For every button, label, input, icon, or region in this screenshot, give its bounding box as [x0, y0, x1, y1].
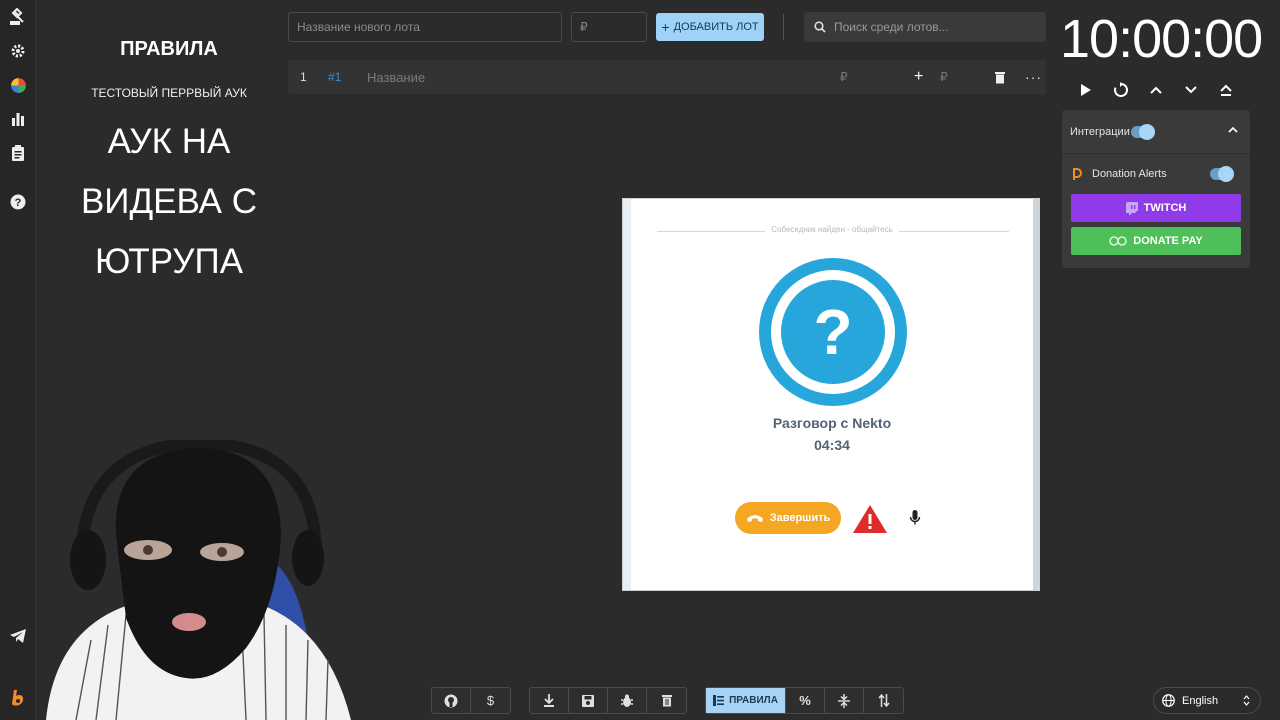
end-call-label: Завершить: [769, 512, 831, 524]
rules-toggle-button[interactable]: ПРАВИЛА: [706, 688, 786, 713]
github-button[interactable]: [432, 688, 471, 713]
microphone-icon[interactable]: [909, 509, 921, 532]
add-lot-button[interactable]: + ДОБАВИТЬ ЛОТ: [656, 13, 764, 41]
call-duration: 04:34: [814, 437, 850, 453]
conversation-label: Разговор с Nekto: [772, 415, 892, 431]
hang-up-phone-icon: [746, 514, 763, 522]
new-lot-name-placeholder: Название нового лота: [297, 20, 420, 34]
double-chevron-up-icon[interactable]: [1216, 80, 1236, 100]
new-lot-amount-input[interactable]: ₽: [571, 12, 647, 42]
help-question-icon[interactable]: ?: [8, 192, 28, 212]
language-select[interactable]: English: [1153, 687, 1261, 714]
rules-toggle-label: ПРАВИЛА: [729, 695, 778, 706]
window-edge: [623, 199, 631, 590]
settings-gear-icon[interactable]: [8, 41, 28, 61]
auction-timer: 10:00:00: [1060, 9, 1263, 69]
chevron-up-icon[interactable]: [1146, 80, 1166, 100]
donatepay-button[interactable]: DONATE PAY: [1071, 227, 1241, 255]
links-group: $: [431, 687, 511, 714]
twitch-button[interactable]: TWITCH: [1071, 194, 1241, 222]
integrations-header[interactable]: Интеграции: [1062, 110, 1250, 154]
amount-placeholder: ₽: [580, 20, 588, 34]
dollar-icon: $: [486, 693, 495, 708]
plus-icon: +: [661, 19, 670, 35]
github-icon: [444, 694, 458, 707]
sort-button[interactable]: [864, 688, 903, 713]
donatepay-icon: [1109, 236, 1127, 246]
donation-alerts-label: Donation Alerts: [1092, 168, 1167, 180]
reset-timer-icon[interactable]: [1111, 80, 1131, 100]
svg-text:?: ?: [15, 197, 22, 209]
file-actions-group: [529, 687, 687, 714]
lot-index: 1: [300, 70, 307, 84]
twitch-label: TWITCH: [1143, 202, 1187, 214]
globe-icon: [1162, 694, 1175, 707]
telegram-icon[interactable]: [8, 626, 28, 646]
rules-panel: ПРАВИЛА ТЕСТОВЫЙ ПЕРРВЫЙ АУК АУК НА ВИДЕ…: [36, 0, 302, 300]
brand-logo-icon[interactable]: [8, 688, 28, 708]
rules-list-icon: [713, 695, 725, 706]
twitch-icon: [1125, 201, 1138, 215]
rules-headline-line: ЮТРУПА: [94, 242, 244, 281]
rules-headline-line: ВИДЕВА С: [80, 182, 258, 221]
play-icon[interactable]: [1076, 80, 1096, 100]
streamer-webcam: [36, 436, 356, 720]
more-options-icon[interactable]: ···: [1025, 60, 1042, 94]
clipboard-icon[interactable]: [8, 143, 28, 163]
language-value: English: [1182, 694, 1219, 707]
lot-search-input[interactable]: Поиск среди лотов...: [804, 12, 1046, 42]
toolbar-divider: [783, 14, 784, 40]
clear-trash-icon: [661, 695, 672, 707]
rules-headline-line: АУК НА: [107, 122, 231, 161]
percent-button[interactable]: %: [786, 688, 825, 713]
report-warning-icon[interactable]: [852, 504, 888, 539]
end-call-button[interactable]: Завершить: [735, 502, 841, 534]
statistics-chart-icon[interactable]: [8, 109, 28, 129]
donate-dollar-button[interactable]: $: [471, 688, 510, 713]
search-placeholder: Поиск среди лотов...: [834, 20, 949, 34]
save-floppy-icon: [582, 694, 594, 707]
integrations-panel: Интеграции Donation Alerts TWITCH DONATE…: [1062, 110, 1250, 268]
lot-id: #1: [328, 70, 342, 84]
delete-trash-icon[interactable]: [995, 60, 1005, 94]
clear-lots-button[interactable]: [647, 688, 686, 713]
add-lot-label: ДОБАВИТЬ ЛОТ: [673, 21, 759, 33]
auction-gavel-icon[interactable]: [8, 7, 28, 27]
lot-row: 1 #1 Название ₽ + ₽ ···: [288, 60, 1046, 94]
wheel-pie-icon[interactable]: [8, 75, 28, 95]
chevron-down-icon[interactable]: [1181, 80, 1201, 100]
lot-add-amount-input[interactable]: ₽: [940, 60, 948, 94]
search-icon: [814, 21, 826, 33]
donatepay-label: DONATE PAY: [1133, 235, 1203, 247]
bug-icon: [621, 694, 633, 707]
sidebar: ?: [0, 0, 36, 720]
lot-name-input[interactable]: Название: [367, 60, 425, 94]
donation-alerts-icon: [1071, 167, 1083, 185]
donation-alerts-toggle[interactable]: [1210, 166, 1234, 182]
lot-amount-currency: ₽: [840, 70, 848, 84]
percent-icon: %: [799, 693, 811, 708]
select-arrows-icon: [1243, 695, 1250, 706]
sort-arrows-icon: [877, 694, 890, 707]
compact-view-button[interactable]: [825, 688, 864, 713]
view-options-group: ПРАВИЛА %: [705, 687, 904, 714]
add-amount-plus-icon[interactable]: +: [914, 60, 923, 94]
rules-subtitle: ТЕСТОВЫЙ ПЕРРВЫЙ АУК: [91, 86, 247, 100]
rules-title: ПРАВИЛА: [120, 38, 218, 60]
window-edge: [1033, 199, 1039, 590]
chevron-up-icon[interactable]: [1228, 124, 1238, 136]
save-button[interactable]: [569, 688, 608, 713]
integrations-label: Интеграции: [1070, 126, 1130, 138]
question-mark-icon: ?: [813, 296, 853, 368]
partner-found-text: Собеседник найден - общайтесь: [765, 225, 899, 234]
new-lot-name-input[interactable]: Название нового лота: [288, 12, 562, 42]
partner-found-status: Собеседник найден - общайтесь: [623, 225, 1041, 234]
video-call-window: Собеседник найден - общайтесь ? Разговор…: [622, 198, 1040, 591]
download-icon: [544, 694, 554, 707]
rules-headline: АУК НА ВИДЕВА С ЮТРУПА: [36, 112, 302, 292]
integrations-toggle[interactable]: [1131, 124, 1155, 140]
bug-report-button[interactable]: [608, 688, 647, 713]
compress-vertical-icon: [838, 693, 850, 708]
download-button[interactable]: [530, 688, 569, 713]
